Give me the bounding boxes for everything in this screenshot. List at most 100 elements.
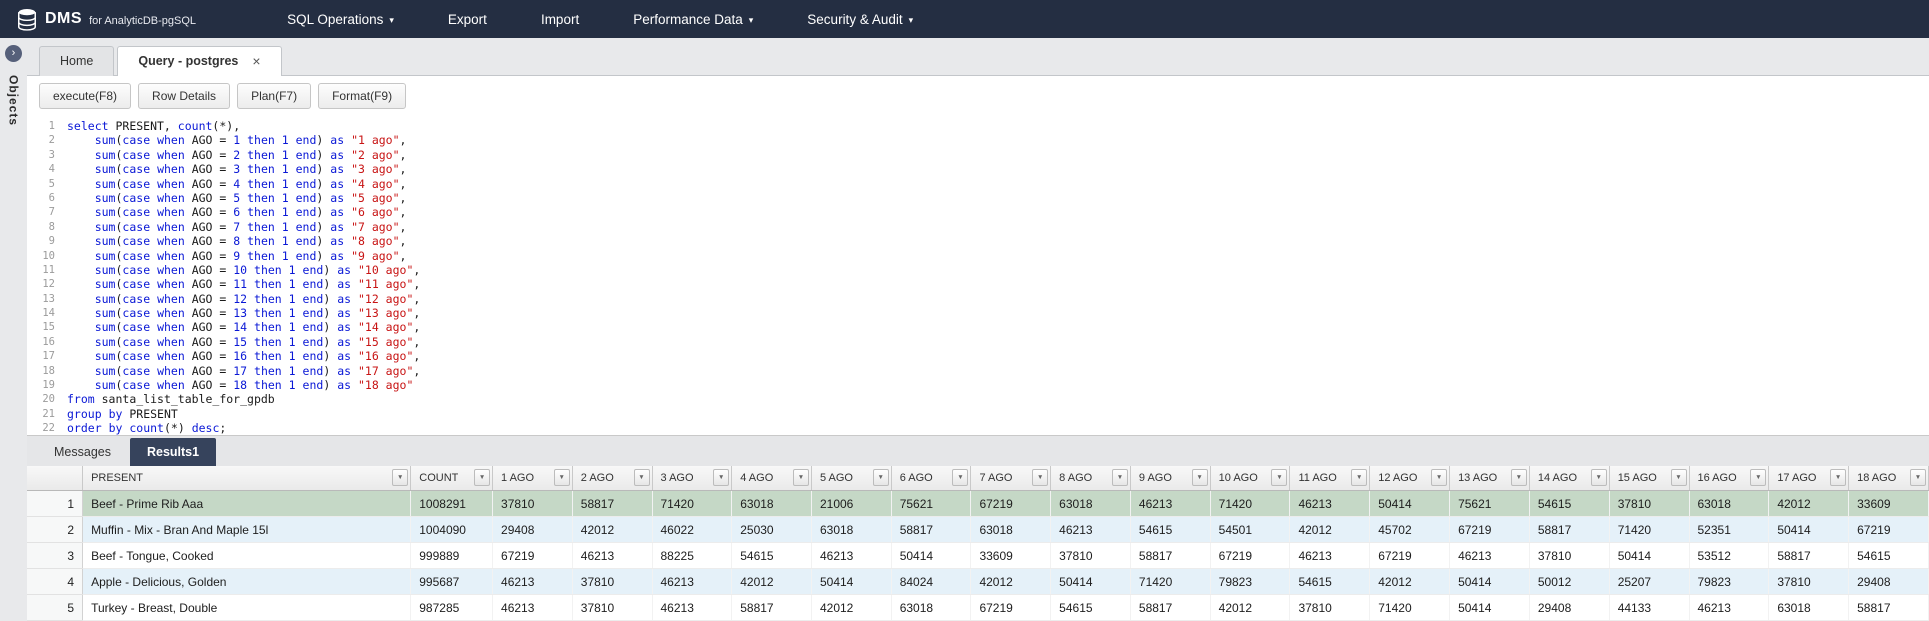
column-header-count[interactable]: COUNT ▼	[410, 465, 494, 491]
column-filter-dropdown-icon[interactable]: ▼	[1750, 469, 1767, 487]
tab-query-postgres[interactable]: Query - postgres ×	[117, 46, 282, 76]
column-header-18-ago[interactable]: 18 AGO ▼	[1848, 465, 1929, 491]
close-tab-icon[interactable]: ×	[252, 54, 260, 68]
column-header-1-ago[interactable]: 1 AGO ▼	[492, 465, 573, 491]
row-details-button[interactable]: Row Details	[138, 83, 231, 109]
column-filter-dropdown-icon[interactable]: ▼	[1910, 469, 1926, 487]
cell-value: 54501	[1210, 516, 1291, 543]
table-row[interactable]: 5 Turkey - Breast, Double 987285 46213 37810…	[27, 594, 1929, 621]
cell-value: 46213	[572, 542, 653, 569]
column-header-14-ago[interactable]: 14 AGO ▼	[1529, 465, 1610, 491]
column-header-2-ago[interactable]: 2 AGO ▼	[572, 465, 653, 491]
column-header-3-ago[interactable]: 3 AGO ▼	[652, 465, 733, 491]
column-filter-dropdown-icon[interactable]: ▼	[1032, 469, 1049, 487]
nav-item-performance-data[interactable]: Performance Data ▾	[606, 0, 780, 38]
code-line[interactable]: 18 sum(case when AGO = 17 then 1 end) as…	[27, 364, 1929, 378]
column-header-9-ago[interactable]: 9 AGO ▼	[1130, 465, 1211, 491]
line-number: 14	[42, 307, 55, 320]
column-header-17-ago[interactable]: 17 AGO ▼	[1768, 465, 1850, 491]
sql-editor[interactable]: 1 select PRESENT, count(*), 2 sum(case whe…	[27, 116, 1929, 435]
column-filter-dropdown-icon[interactable]: ▼	[1351, 469, 1368, 487]
column-header-4-ago[interactable]: 4 AGO ▼	[731, 465, 812, 491]
format-f9-button[interactable]: Format(F9)	[318, 83, 407, 109]
column-filter-dropdown-icon[interactable]: ▼	[952, 469, 969, 487]
brand-suffix: for AnalyticDB-pgSQL	[89, 15, 197, 27]
column-filter-dropdown-icon[interactable]: ▼	[1191, 469, 1208, 487]
nav-item-label: SQL Operations	[287, 11, 384, 27]
column-filter-dropdown-icon[interactable]: ▼	[872, 469, 889, 487]
code-text: order by count(*) desc;	[67, 421, 227, 435]
table-row[interactable]: 4 Apple - Delicious, Golden 995687 46213 378…	[27, 568, 1929, 595]
nav-item-import[interactable]: Import	[514, 0, 606, 38]
column-header-13-ago[interactable]: 13 AGO ▼	[1449, 465, 1530, 491]
code-text: sum(case when AGO = 16 then 1 end) as "1…	[94, 349, 421, 364]
nav-item-sql-operations[interactable]: SQL Operations ▾	[260, 0, 421, 38]
column-filter-dropdown-icon[interactable]: ▼	[1111, 469, 1128, 487]
code-line[interactable]: 20 from santa_list_table_for_gpdb	[27, 392, 1929, 406]
column-header-10-ago[interactable]: 10 AGO ▼	[1210, 465, 1291, 491]
code-line[interactable]: 3 sum(case when AGO = 2 then 1 end) as "…	[27, 148, 1929, 162]
code-text: sum(case when AGO = 5 then 1 end) as "5 …	[94, 190, 407, 205]
cell-value: 46213	[1130, 490, 1211, 517]
column-header-11-ago[interactable]: 11 AGO ▼	[1289, 465, 1371, 491]
column-header-present[interactable]: PRESENT ▼	[82, 465, 412, 491]
column-filter-dropdown-icon[interactable]: ▼	[713, 469, 730, 487]
nav-item-security-audit[interactable]: Security & Audit ▾	[780, 0, 940, 38]
column-header-7-ago[interactable]: 7 AGO ▼	[970, 465, 1052, 491]
code-line[interactable]: 12 sum(case when AGO = 11 then 1 end) as…	[27, 277, 1929, 291]
plan-f7-button[interactable]: Plan(F7)	[237, 83, 312, 109]
brand[interactable]: DMS for AnalyticDB-pgSQL	[16, 7, 196, 32]
column-filter-dropdown-icon[interactable]: ▼	[392, 469, 409, 487]
code-line[interactable]: 5 sum(case when AGO = 4 then 1 end) as "…	[27, 177, 1929, 191]
column-filter-dropdown-icon[interactable]: ▼	[1271, 469, 1288, 487]
code-line[interactable]: 13 sum(case when AGO = 12 then 1 end) as…	[27, 292, 1929, 306]
cell-value: 58817	[731, 594, 812, 621]
results-tab-results1[interactable]: Results1	[129, 437, 217, 466]
column-filter-dropdown-icon[interactable]: ▼	[792, 469, 809, 487]
code-line[interactable]: 22 order by count(*) desc;	[27, 421, 1929, 434]
execute-f8-button[interactable]: execute(F8)	[39, 83, 132, 109]
code-line[interactable]: 4 sum(case when AGO = 3 then 1 end) as "…	[27, 162, 1929, 176]
code-line[interactable]: 9 sum(case when AGO = 8 then 1 end) as "…	[27, 234, 1929, 248]
code-line[interactable]: 16 sum(case when AGO = 15 then 1 end) as…	[27, 335, 1929, 349]
column-filter-dropdown-icon[interactable]: ▼	[553, 469, 570, 487]
table-row[interactable]: 1 Beef - Prime Rib Aaa 1008291 37810 58817 71…	[27, 490, 1929, 517]
code-line[interactable]: 14 sum(case when AGO = 13 then 1 end) as…	[27, 306, 1929, 320]
code-line[interactable]: 2 sum(case when AGO = 1 then 1 end) as "…	[27, 133, 1929, 147]
nav-item-export[interactable]: Export	[421, 0, 514, 38]
cell-value: 46213	[1449, 542, 1530, 569]
results-tab-messages[interactable]: Messages	[37, 438, 128, 466]
column-header-12-ago[interactable]: 12 AGO ▼	[1369, 465, 1451, 491]
code-line[interactable]: 15 sum(case when AGO = 14 then 1 end) as…	[27, 320, 1929, 334]
column-filter-dropdown-icon[interactable]: ▼	[633, 469, 650, 487]
table-row[interactable]: 3 Beef - Tongue, Cooked 999889 67219 46213 88…	[27, 542, 1929, 569]
column-filter-dropdown-icon[interactable]: ▼	[474, 469, 491, 487]
sql-editor-lines: 1 select PRESENT, count(*), 2 sum(case whe…	[27, 119, 1929, 435]
column-header-15-ago[interactable]: 15 AGO ▼	[1609, 465, 1690, 491]
code-line[interactable]: 17 sum(case when AGO = 16 then 1 end) as…	[27, 349, 1929, 363]
tab-home[interactable]: Home	[39, 46, 115, 76]
column-filter-dropdown-icon[interactable]: ▼	[1830, 469, 1847, 487]
code-line[interactable]: 6 sum(case when AGO = 5 then 1 end) as "…	[27, 191, 1929, 205]
code-line[interactable]: 19 sum(case when AGO = 18 then 1 end) as…	[27, 378, 1929, 392]
table-row[interactable]: 2 Muffin - Mix - Bran And Maple 15l 100409…	[27, 516, 1929, 543]
column-filter-dropdown-icon[interactable]: ▼	[1590, 469, 1607, 487]
code-line[interactable]: 11 sum(case when AGO = 10 then 1 end) as…	[27, 263, 1929, 277]
column-filter-dropdown-icon[interactable]: ▼	[1431, 469, 1448, 487]
cell-value: 46213	[1689, 594, 1770, 621]
column-header-16-ago[interactable]: 16 AGO ▼	[1689, 465, 1770, 491]
column-filter-dropdown-icon[interactable]: ▼	[1670, 469, 1687, 487]
code-line[interactable]: 21 group by PRESENT	[27, 407, 1929, 421]
cell-value: 42012	[572, 516, 653, 543]
line-number: 13	[42, 292, 55, 305]
code-line[interactable]: 1 select PRESENT, count(*),	[27, 119, 1929, 133]
code-line[interactable]: 10 sum(case when AGO = 9 then 1 end) as …	[27, 249, 1929, 263]
column-header-8-ago[interactable]: 8 AGO ▼	[1050, 465, 1131, 491]
expand-sidebar-button[interactable]: ›	[5, 45, 22, 62]
line-number: 6	[48, 191, 55, 204]
column-header-6-ago[interactable]: 6 AGO ▼	[891, 465, 972, 491]
code-line[interactable]: 8 sum(case when AGO = 7 then 1 end) as "…	[27, 220, 1929, 234]
column-filter-dropdown-icon[interactable]: ▼	[1510, 469, 1527, 487]
code-line[interactable]: 7 sum(case when AGO = 6 then 1 end) as "…	[27, 205, 1929, 219]
column-header-5-ago[interactable]: 5 AGO ▼	[811, 465, 892, 491]
